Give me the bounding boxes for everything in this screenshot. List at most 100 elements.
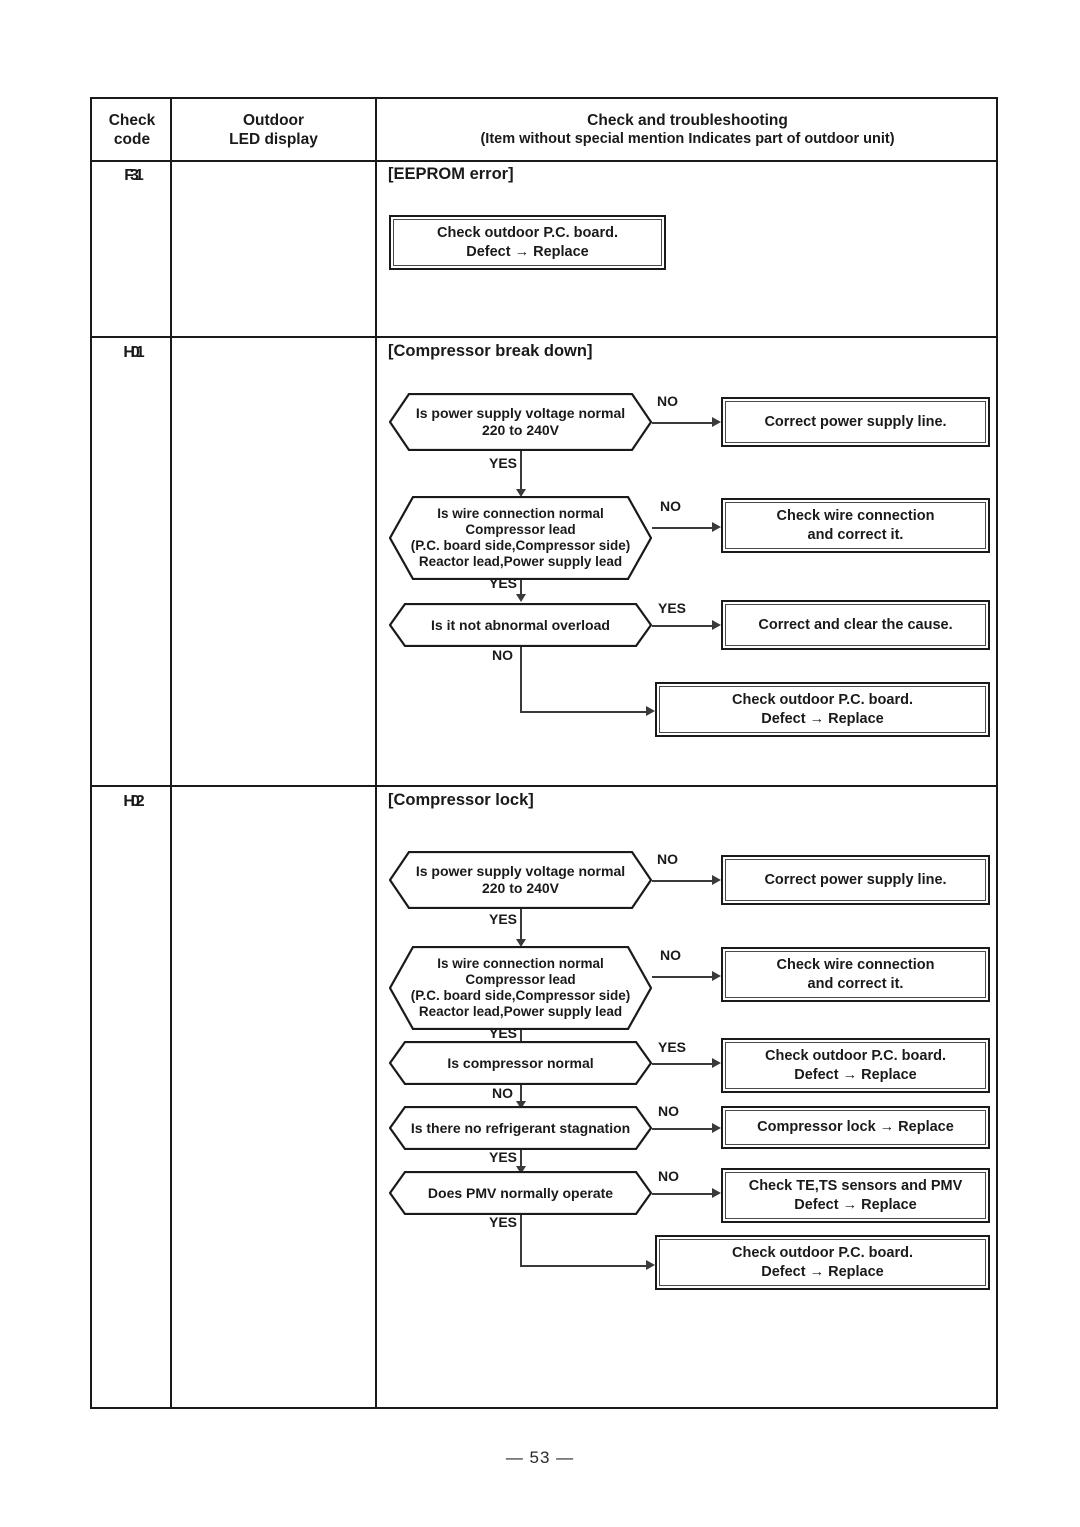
connector-arrow [712, 875, 721, 885]
connector-arrow [646, 706, 655, 716]
connector [652, 422, 716, 424]
decision-line: Is compressor normal [447, 1054, 594, 1071]
connector [652, 976, 716, 978]
branch-yes-1-h02: YES [489, 911, 518, 927]
connector [652, 625, 716, 627]
connector-arrow [712, 417, 721, 427]
connector [520, 647, 522, 713]
decision-power-voltage-h02: Is power supply voltage normal 220 to 24… [389, 851, 652, 909]
connector [652, 1063, 716, 1065]
decision-line: (P.C. board side,Compressor side) [410, 538, 631, 553]
box-check-pcb-1-h02: Check outdoor P.C. board. Defect → Repla… [721, 1038, 990, 1093]
section-title-eeprom: [EEPROM error] [388, 165, 514, 183]
branch-yes-4-h02: YES [489, 1149, 518, 1165]
connector-arrow [646, 1260, 655, 1270]
box-line: Defect → Replace [466, 243, 589, 260]
box-line: and correct it. [807, 975, 904, 992]
header-troubleshooting-line1: Check and troubleshooting [587, 112, 788, 129]
row-rule-1 [92, 336, 996, 338]
box-check-wire-h02: Check wire connection and correct it. [721, 947, 990, 1002]
decision-line: (P.C. board side,Compressor side) [410, 988, 631, 1003]
troubleshooting-table: Check code Outdoor LED display Check and… [90, 97, 998, 1409]
check-code-h02: H02 [123, 793, 144, 810]
decision-line: Compressor lead [465, 972, 576, 987]
connector-arrow [516, 594, 526, 602]
decision-wire-connection-h01: Is wire connection normal Compressor lea… [389, 496, 652, 580]
check-code-h01: H01 [123, 344, 144, 361]
connector [652, 1193, 716, 1195]
branch-no-1-h01: NO [657, 393, 678, 409]
box-line: Defect → Replace [794, 1066, 917, 1083]
decision-line: 220 to 240V [481, 422, 560, 438]
branch-no-3-h02: NO [492, 1085, 513, 1101]
decision-line: Reactor lead,Power supply lead [418, 554, 623, 569]
connector-arrow [712, 1188, 721, 1198]
decision-abnormal-overload-h01: Is it not abnormal overload [389, 603, 652, 647]
branch-yes-2-h01: YES [489, 575, 518, 591]
header-led-line1: Outdoor [242, 112, 305, 129]
box-correct-power-line-h01: Correct power supply line. [721, 397, 990, 447]
box-line: Check outdoor P.C. board. [436, 224, 618, 241]
decision-line: 220 to 240V [481, 880, 560, 896]
connector [520, 711, 650, 713]
decision-line: Is wire connection normal [437, 506, 604, 521]
branch-no-2-h01: NO [660, 498, 681, 514]
box-correct-clear-cause-h01: Correct and clear the cause. [721, 600, 990, 650]
box-compressor-lock-replace-h02: Compressor lock → Replace [721, 1106, 990, 1149]
branch-no-4-h02: NO [658, 1103, 679, 1119]
header-troubleshooting-line2: (Item without special mention Indicates … [480, 131, 895, 147]
connector-arrow [712, 620, 721, 630]
header-check-code: Check code [94, 111, 170, 149]
decision-pmv-operate-h02: Does PMV normally operate [389, 1171, 652, 1215]
box-eeprom-pcb: Check outdoor P.C. board. Defect → Repla… [389, 215, 666, 270]
decision-line: Is wire connection normal [437, 956, 604, 971]
decision-line: Compressor lead [465, 522, 576, 537]
box-correct-power-line-h02: Correct power supply line. [721, 855, 990, 905]
box-line: Check TE,TS sensors and PMV [748, 1177, 963, 1194]
box-line: Check outdoor P.C. board. [731, 1244, 913, 1261]
branch-yes-2-h02: YES [489, 1025, 518, 1041]
connector [652, 880, 716, 882]
box-line: Correct power supply line. [764, 413, 947, 430]
header-led-display: Outdoor LED display [172, 111, 375, 149]
check-code-f31: F31 [124, 167, 144, 184]
section-title-compressor-lock: [Compressor lock] [388, 791, 534, 809]
decision-compressor-normal-h02: Is compressor normal [389, 1041, 652, 1085]
box-line: Defect → Replace [761, 1263, 884, 1280]
row-rule-2 [92, 785, 996, 787]
decision-refrigerant-stagnation-h02: Is there no refrigerant stagnation [389, 1106, 652, 1150]
connector-arrow [712, 1058, 721, 1068]
column-rule-2 [375, 99, 377, 1407]
box-line: Correct power supply line. [764, 871, 947, 888]
decision-power-voltage-h01: Is power supply voltage normal 220 to 24… [389, 393, 652, 451]
box-line: Defect → Replace [794, 1196, 917, 1213]
document-page: Check code Outdoor LED display Check and… [0, 0, 1080, 1527]
branch-yes-1-h01: YES [489, 455, 518, 471]
box-line: Defect → Replace [761, 710, 884, 727]
connector [520, 1265, 650, 1267]
box-line: Check outdoor P.C. board. [764, 1047, 946, 1064]
decision-line: Is power supply voltage normal [415, 863, 626, 879]
branch-no-3-h01: NO [492, 647, 513, 663]
branch-no-2-h02: NO [660, 947, 681, 963]
branch-yes-5-h02: YES [489, 1214, 518, 1230]
header-check-code-line2: code [113, 131, 151, 148]
decision-line: Is there no refrigerant stagnation [410, 1119, 631, 1136]
section-title-compressor-break-down: [Compressor break down] [388, 342, 593, 360]
connector-arrow [712, 522, 721, 532]
box-line: Check outdoor P.C. board. [731, 691, 913, 708]
decision-line: Reactor lead,Power supply lead [418, 1004, 623, 1019]
branch-yes-3-h02: YES [658, 1039, 687, 1055]
branch-no-5-h02: NO [658, 1168, 679, 1184]
branch-yes-3-h01: YES [658, 600, 687, 616]
connector [520, 1215, 522, 1267]
decision-line: Is it not abnormal overload [431, 616, 610, 633]
decision-wire-connection-h02: Is wire connection normal Compressor lea… [389, 946, 652, 1030]
box-line: Compressor lock → Replace [757, 1119, 954, 1135]
header-led-line2: LED display [229, 131, 318, 148]
header-check-code-line1: Check [108, 112, 156, 129]
box-check-sensors-h02: Check TE,TS sensors and PMV Defect → Rep… [721, 1168, 990, 1223]
page-number: — 53 — [505, 1448, 575, 1467]
box-line: Check wire connection [776, 956, 935, 973]
column-rule-1 [170, 99, 172, 1407]
